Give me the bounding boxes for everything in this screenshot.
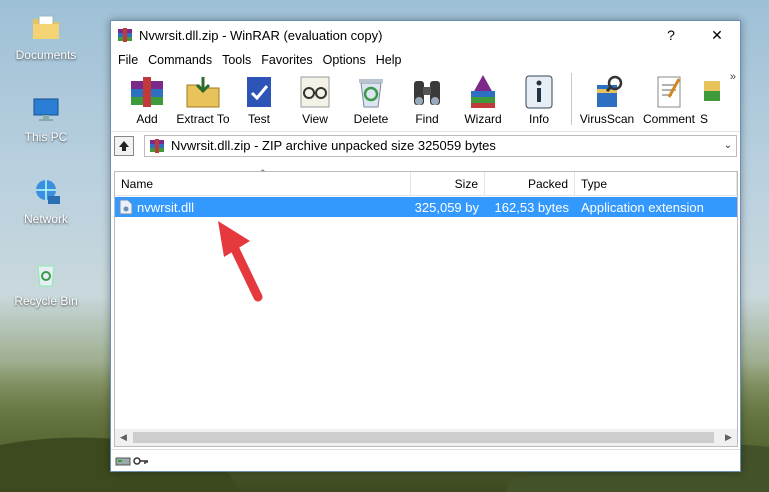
file-packed: 162,53 bytes <box>494 199 569 215</box>
wizard-button[interactable]: Wizard <box>455 71 511 129</box>
menu-options[interactable]: Options <box>318 53 371 67</box>
file-size: 325,059 by <box>414 199 479 215</box>
menu-commands[interactable]: Commands <box>143 53 217 67</box>
window-title: Nvwrsit.dll.zip - WinRAR (evaluation cop… <box>139 27 383 43</box>
extract-to-button[interactable]: Extract To <box>175 71 231 129</box>
binoculars-icon <box>414 81 440 105</box>
recycle-bin-icon <box>37 265 55 287</box>
winrar-app-icon <box>118 28 132 42</box>
horizontal-scrollbar[interactable]: ◀ ▶ <box>115 429 737 446</box>
comment-icon <box>657 76 681 108</box>
desktop-icon-documents[interactable]: Documents <box>10 12 82 62</box>
delete-button[interactable]: Delete <box>343 71 399 129</box>
info-button[interactable]: Info <box>511 71 567 129</box>
network-icon <box>36 180 60 204</box>
desktop-icon-recycle-bin[interactable]: Recycle Bin <box>10 258 82 308</box>
toolbar-overflow-chevron-icon[interactable]: » <box>730 71 736 83</box>
view-glasses-icon <box>300 76 330 108</box>
column-header-packed[interactable]: Packed <box>485 172 575 196</box>
menu-tools[interactable]: Tools <box>217 53 256 67</box>
archive-path-text: Nvwrsit.dll.zip - ZIP archive unpacked s… <box>171 138 496 153</box>
file-name-cell: nvwrsit.dll <box>115 197 411 217</box>
desktop-icon-this-pc[interactable]: This PC <box>10 94 82 144</box>
up-folder-button[interactable] <box>114 135 134 156</box>
view-button[interactable]: View <box>287 71 343 129</box>
drive-icon <box>115 457 131 465</box>
sfx-icon <box>704 81 720 101</box>
scroll-left-icon[interactable]: ◀ <box>115 429 132 446</box>
archive-path-dropdown[interactable]: Nvwrsit.dll.zip - ZIP archive unpacked s… <box>144 134 737 157</box>
help-button[interactable]: ? <box>648 21 694 49</box>
sfx-button[interactable]: S <box>700 71 720 129</box>
address-bar: Nvwrsit.dll.zip - ZIP archive unpacked s… <box>111 131 740 159</box>
file-row[interactable]: nvwrsit.dll 325,059 by 162,53 bytes Appl… <box>115 197 737 217</box>
sort-ascending-icon: ⌃ <box>259 168 267 178</box>
wizard-icon <box>471 75 495 108</box>
annotation-arrow-icon <box>218 221 263 302</box>
scroll-track[interactable] <box>132 429 720 446</box>
menu-favorites[interactable]: Favorites <box>256 53 317 67</box>
chevron-down-icon[interactable]: ⌄ <box>720 140 736 151</box>
winrar-window: Nvwrsit.dll.zip - WinRAR (evaluation cop… <box>110 20 741 472</box>
find-button[interactable]: Find <box>399 71 455 129</box>
virus-scan-icon <box>597 75 623 107</box>
menu-bar: File Commands Tools Favorites Options He… <box>111 49 740 71</box>
dll-file-icon <box>119 199 133 215</box>
computer-icon <box>33 98 59 121</box>
add-archive-icon <box>131 77 163 107</box>
add-button[interactable]: Add <box>119 71 175 129</box>
up-arrow-icon <box>119 140 129 151</box>
column-header-type[interactable]: Type <box>575 172 737 196</box>
folder-documents-icon <box>33 15 59 39</box>
scroll-thumb[interactable] <box>133 432 714 443</box>
toolbar-separator <box>571 73 572 125</box>
virusscan-button[interactable]: VirusScan <box>576 71 638 129</box>
file-name: nvwrsit.dll <box>137 199 195 215</box>
column-header-size[interactable]: Size <box>411 172 485 196</box>
menu-help[interactable]: Help <box>371 53 407 67</box>
scroll-right-icon[interactable]: ▶ <box>720 429 737 446</box>
menu-file[interactable]: File <box>113 53 143 67</box>
desktop-icon-network[interactable]: Network <box>10 176 82 226</box>
comment-button[interactable]: Comment <box>638 71 700 129</box>
archive-icon <box>150 138 164 153</box>
toolbar: Add Extract To Test View Delete Find Wiz… <box>111 71 740 131</box>
key-icon <box>133 456 148 465</box>
info-icon <box>525 75 553 109</box>
delete-recycle-icon <box>359 79 383 108</box>
test-clipboard-icon <box>247 77 271 107</box>
close-button[interactable]: ✕ <box>694 21 740 49</box>
test-button[interactable]: Test <box>231 71 287 129</box>
status-bar <box>111 449 740 471</box>
file-type: Application extension <box>581 199 704 215</box>
extract-folder-icon <box>186 77 220 108</box>
file-list[interactable]: ⌃ Name Size Packed Type nvwrsit.dll 325,… <box>114 168 738 447</box>
title-bar[interactable]: Nvwrsit.dll.zip - WinRAR (evaluation cop… <box>111 21 740 49</box>
file-list-header: ⌃ Name Size Packed Type <box>115 168 737 196</box>
